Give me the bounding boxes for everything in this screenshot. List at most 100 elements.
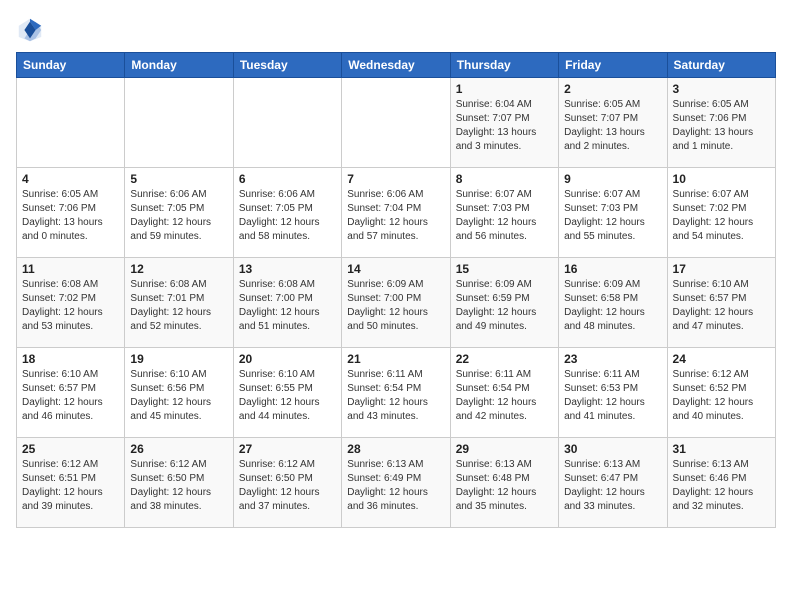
calendar-week-row: 11 Sunrise: 6:08 AM Sunset: 7:02 PM Dayli… [17, 258, 776, 348]
calendar-cell: 14 Sunrise: 6:09 AM Sunset: 7:00 PM Dayli… [342, 258, 450, 348]
day-number: 5 [130, 172, 227, 186]
day-info: Sunrise: 6:10 AM Sunset: 6:57 PM Dayligh… [22, 368, 119, 424]
calendar-cell: 24 Sunrise: 6:12 AM Sunset: 6:52 PM Dayli… [667, 348, 775, 438]
day-number: 25 [22, 442, 119, 456]
day-number: 17 [673, 262, 770, 276]
calendar-cell: 9Sunrise: 6:07 AM Sunset: 7:03 PM Daylig… [559, 168, 667, 258]
day-info: Sunrise: 6:10 AM Sunset: 6:57 PM Dayligh… [673, 278, 770, 334]
day-info: Sunrise: 6:04 AM Sunset: 7:07 PM Dayligh… [456, 98, 553, 154]
day-info: Sunrise: 6:06 AM Sunset: 7:04 PM Dayligh… [347, 188, 444, 244]
day-number: 18 [22, 352, 119, 366]
calendar-cell [233, 78, 341, 168]
calendar-cell: 11 Sunrise: 6:08 AM Sunset: 7:02 PM Dayli… [17, 258, 125, 348]
weekday-header-tuesday: Tuesday [233, 53, 341, 78]
day-info: Sunrise: 6:11 AM Sunset: 6:53 PM Dayligh… [564, 368, 661, 424]
calendar-week-row: 4 Sunrise: 6:05 AM Sunset: 7:06 PM Daylig… [17, 168, 776, 258]
day-info: Sunrise: 6:12 AM Sunset: 6:51 PM Dayligh… [22, 458, 119, 514]
day-number: 30 [564, 442, 661, 456]
day-number: 2 [564, 82, 661, 96]
day-number: 24 [673, 352, 770, 366]
calendar-week-row: 1 Sunrise: 6:04 AM Sunset: 7:07 PM Daylig… [17, 78, 776, 168]
day-number: 10 [673, 172, 770, 186]
day-number: 1 [456, 82, 553, 96]
day-info: Sunrise: 6:06 AM Sunset: 7:05 PM Dayligh… [239, 188, 336, 244]
day-number: 11 [22, 262, 119, 276]
calendar-cell [125, 78, 233, 168]
calendar-cell: 8 Sunrise: 6:07 AM Sunset: 7:03 PM Daylig… [450, 168, 558, 258]
calendar-cell [17, 78, 125, 168]
day-info: Sunrise: 6:07 AM Sunset: 7:03 PM Dayligh… [456, 188, 553, 244]
logo [16, 16, 48, 44]
day-number: 27 [239, 442, 336, 456]
weekday-header-friday: Friday [559, 53, 667, 78]
day-info: Sunrise: 6:12 AM Sunset: 6:50 PM Dayligh… [239, 458, 336, 514]
day-number: 9 [564, 172, 661, 186]
day-number: 26 [130, 442, 227, 456]
calendar-cell: 20 Sunrise: 6:10 AM Sunset: 6:55 PM Dayli… [233, 348, 341, 438]
day-info: Sunrise: 6:12 AM Sunset: 6:50 PM Dayligh… [130, 458, 227, 514]
weekday-header-saturday: Saturday [667, 53, 775, 78]
day-number: 29 [456, 442, 553, 456]
day-number: 31 [673, 442, 770, 456]
day-info: Sunrise: 6:09 AM Sunset: 7:00 PM Dayligh… [347, 278, 444, 334]
calendar-cell: 4 Sunrise: 6:05 AM Sunset: 7:06 PM Daylig… [17, 168, 125, 258]
calendar-cell: 15 Sunrise: 6:09 AM Sunset: 6:59 PM Dayli… [450, 258, 558, 348]
weekday-header-wednesday: Wednesday [342, 53, 450, 78]
calendar-cell: 18 Sunrise: 6:10 AM Sunset: 6:57 PM Dayli… [17, 348, 125, 438]
page-header [16, 16, 776, 44]
calendar-week-row: 25 Sunrise: 6:12 AM Sunset: 6:51 PM Dayli… [17, 438, 776, 528]
calendar-table: SundayMondayTuesdayWednesdayThursdayFrid… [16, 52, 776, 528]
day-info: Sunrise: 6:10 AM Sunset: 6:56 PM Dayligh… [130, 368, 227, 424]
day-info: Sunrise: 6:05 AM Sunset: 7:06 PM Dayligh… [22, 188, 119, 244]
day-number: 20 [239, 352, 336, 366]
day-info: Sunrise: 6:11 AM Sunset: 6:54 PM Dayligh… [347, 368, 444, 424]
day-number: 6 [239, 172, 336, 186]
calendar-cell: 2 Sunrise: 6:05 AM Sunset: 7:07 PM Daylig… [559, 78, 667, 168]
calendar-cell: 5 Sunrise: 6:06 AM Sunset: 7:05 PM Daylig… [125, 168, 233, 258]
day-number: 15 [456, 262, 553, 276]
calendar-cell: 31 Sunrise: 6:13 AM Sunset: 6:46 PM Dayli… [667, 438, 775, 528]
calendar-cell: 13Sunrise: 6:08 AM Sunset: 7:00 PM Dayli… [233, 258, 341, 348]
day-info: Sunrise: 6:07 AM Sunset: 7:02 PM Dayligh… [673, 188, 770, 244]
day-info: Sunrise: 6:05 AM Sunset: 7:07 PM Dayligh… [564, 98, 661, 154]
calendar-cell: 17 Sunrise: 6:10 AM Sunset: 6:57 PM Dayli… [667, 258, 775, 348]
weekday-header-monday: Monday [125, 53, 233, 78]
day-info: Sunrise: 6:06 AM Sunset: 7:05 PM Dayligh… [130, 188, 227, 244]
calendar-cell: 10 Sunrise: 6:07 AM Sunset: 7:02 PM Dayli… [667, 168, 775, 258]
day-number: 12 [130, 262, 227, 276]
day-info: Sunrise: 6:09 AM Sunset: 6:59 PM Dayligh… [456, 278, 553, 334]
calendar-week-row: 18 Sunrise: 6:10 AM Sunset: 6:57 PM Dayli… [17, 348, 776, 438]
day-number: 21 [347, 352, 444, 366]
calendar-cell: 3Sunrise: 6:05 AM Sunset: 7:06 PM Daylig… [667, 78, 775, 168]
day-number: 8 [456, 172, 553, 186]
calendar-cell: 12 Sunrise: 6:08 AM Sunset: 7:01 PM Dayli… [125, 258, 233, 348]
day-info: Sunrise: 6:13 AM Sunset: 6:46 PM Dayligh… [673, 458, 770, 514]
day-number: 14 [347, 262, 444, 276]
weekday-header-sunday: Sunday [17, 53, 125, 78]
day-info: Sunrise: 6:11 AM Sunset: 6:54 PM Dayligh… [456, 368, 553, 424]
day-number: 4 [22, 172, 119, 186]
day-number: 28 [347, 442, 444, 456]
weekday-header-row: SundayMondayTuesdayWednesdayThursdayFrid… [17, 53, 776, 78]
day-number: 19 [130, 352, 227, 366]
calendar-cell: 21 Sunrise: 6:11 AM Sunset: 6:54 PM Dayli… [342, 348, 450, 438]
day-info: Sunrise: 6:05 AM Sunset: 7:06 PM Dayligh… [673, 98, 770, 154]
calendar-cell: 30Sunrise: 6:13 AM Sunset: 6:47 PM Dayli… [559, 438, 667, 528]
day-info: Sunrise: 6:12 AM Sunset: 6:52 PM Dayligh… [673, 368, 770, 424]
day-info: Sunrise: 6:10 AM Sunset: 6:55 PM Dayligh… [239, 368, 336, 424]
calendar-cell: 22Sunrise: 6:11 AM Sunset: 6:54 PM Dayli… [450, 348, 558, 438]
calendar-cell: 19 Sunrise: 6:10 AM Sunset: 6:56 PM Dayli… [125, 348, 233, 438]
calendar-cell: 23Sunrise: 6:11 AM Sunset: 6:53 PM Dayli… [559, 348, 667, 438]
day-info: Sunrise: 6:08 AM Sunset: 7:02 PM Dayligh… [22, 278, 119, 334]
calendar-cell [342, 78, 450, 168]
day-info: Sunrise: 6:13 AM Sunset: 6:49 PM Dayligh… [347, 458, 444, 514]
calendar-cell: 6 Sunrise: 6:06 AM Sunset: 7:05 PM Daylig… [233, 168, 341, 258]
calendar-cell: 28 Sunrise: 6:13 AM Sunset: 6:49 PM Dayli… [342, 438, 450, 528]
calendar-cell: 7Sunrise: 6:06 AM Sunset: 7:04 PM Daylig… [342, 168, 450, 258]
day-number: 16 [564, 262, 661, 276]
calendar-cell: 29Sunrise: 6:13 AM Sunset: 6:48 PM Dayli… [450, 438, 558, 528]
logo-icon [16, 16, 44, 44]
day-info: Sunrise: 6:08 AM Sunset: 7:01 PM Dayligh… [130, 278, 227, 334]
calendar-cell: 16Sunrise: 6:09 AM Sunset: 6:58 PM Dayli… [559, 258, 667, 348]
weekday-header-thursday: Thursday [450, 53, 558, 78]
